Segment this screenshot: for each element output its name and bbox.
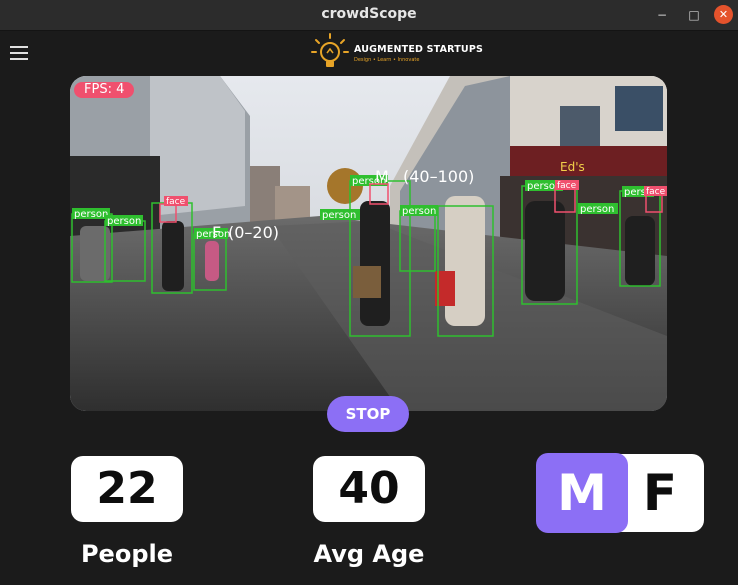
gender-indicator: F M bbox=[536, 453, 704, 533]
video-feed: Ed's person person person person person … bbox=[70, 76, 667, 411]
window-title: crowdScope bbox=[321, 6, 417, 22]
hamburger-line bbox=[10, 46, 28, 48]
age-range-left: (0–20) bbox=[228, 223, 279, 242]
fps-badge: FPS: 4 bbox=[74, 82, 135, 98]
maximize-icon[interactable]: □ bbox=[684, 5, 704, 25]
age-range-center: (40–100) bbox=[403, 167, 474, 186]
hamburger-line bbox=[10, 58, 28, 60]
lightbulb-icon bbox=[311, 33, 349, 67]
street-scene: Ed's person person person person person … bbox=[70, 76, 667, 411]
logo-tagline: Design • Learn • Innovate bbox=[354, 57, 420, 63]
person-label: person bbox=[74, 209, 108, 220]
face-label: face bbox=[646, 187, 666, 197]
close-icon[interactable]: ✕ bbox=[714, 5, 733, 24]
person-label: person bbox=[580, 204, 614, 215]
gender-female-tile: F bbox=[616, 454, 704, 532]
people-count-value: 22 bbox=[71, 456, 183, 522]
minimize-icon[interactable]: − bbox=[652, 5, 672, 25]
hamburger-line bbox=[10, 52, 28, 54]
avg-age-label: Avg Age bbox=[313, 540, 425, 568]
people-label: People bbox=[80, 540, 174, 568]
gender-label-center: M bbox=[375, 167, 389, 186]
augmented-startups-logo: AUGMENTED STARTUPS Design • Learn • Inno… bbox=[310, 32, 483, 72]
person-label: person bbox=[322, 210, 356, 221]
title-bar: crowdScope − □ ✕ bbox=[0, 0, 738, 31]
hamburger-menu-icon[interactable] bbox=[10, 46, 28, 60]
stop-button[interactable]: STOP bbox=[327, 396, 409, 432]
face-label: face bbox=[557, 181, 577, 191]
app-window: crowdScope − □ ✕ AUGMENTED STARTUPS Desi… bbox=[0, 0, 738, 585]
avg-age-value: 40 bbox=[313, 456, 425, 522]
person-label: person bbox=[107, 216, 141, 227]
gender-label-left: F bbox=[212, 223, 221, 242]
shop-sign: Ed's bbox=[560, 160, 585, 174]
logo-name: AUGMENTED STARTUPS bbox=[354, 44, 484, 55]
person-label: person bbox=[402, 206, 436, 217]
gender-male-tile: M bbox=[536, 453, 628, 533]
face-label: face bbox=[166, 197, 186, 207]
